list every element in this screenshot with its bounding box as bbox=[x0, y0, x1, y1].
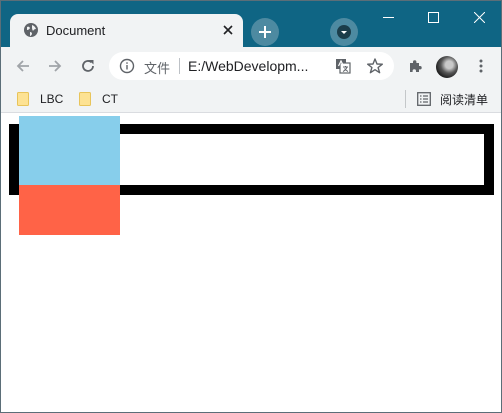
menu-button[interactable] bbox=[467, 52, 495, 80]
maximize-button[interactable] bbox=[410, 1, 456, 33]
bookmark-folder-lbc[interactable]: LBC bbox=[17, 90, 63, 108]
close-icon bbox=[473, 11, 485, 23]
title-bar: Document bbox=[1, 1, 501, 47]
address-bar[interactable]: 文件 E:/WebDevelopm... bbox=[109, 52, 394, 80]
back-button[interactable] bbox=[9, 52, 37, 80]
forward-button[interactable] bbox=[41, 52, 69, 80]
page-viewport bbox=[1, 114, 501, 412]
browser-tab[interactable]: Document bbox=[10, 14, 243, 47]
bookmark-label: CT bbox=[102, 92, 118, 106]
reload-icon bbox=[82, 60, 94, 72]
bookmark-folder-ct[interactable]: CT bbox=[79, 90, 118, 108]
bookmark-star-icon[interactable] bbox=[366, 57, 384, 75]
close-tab-icon[interactable] bbox=[219, 21, 237, 39]
plus-icon bbox=[259, 26, 271, 38]
reading-list-label: 阅读清单 bbox=[440, 92, 489, 107]
more-vert-icon bbox=[479, 59, 483, 73]
tab-search-button[interactable] bbox=[330, 18, 358, 46]
scheme-label: 文件 bbox=[144, 61, 171, 76]
bookmarks-bar: LBC CT 阅读清单 bbox=[1, 85, 501, 113]
close-window-button[interactable] bbox=[456, 1, 501, 33]
omnibox-divider bbox=[179, 58, 180, 74]
bookmarks-divider bbox=[405, 90, 406, 108]
folder-icon bbox=[17, 92, 29, 106]
profile-avatar[interactable] bbox=[436, 56, 458, 78]
browser-toolbar: 文件 E:/WebDevelopm... bbox=[1, 47, 501, 85]
globe-icon bbox=[23, 22, 39, 38]
new-tab-button[interactable] bbox=[251, 18, 279, 46]
blue-box bbox=[19, 116, 120, 185]
reading-list-icon bbox=[417, 92, 431, 106]
arrow-left-icon bbox=[16, 60, 29, 72]
maximize-icon bbox=[427, 11, 439, 23]
reading-list-button[interactable]: 阅读清单 bbox=[417, 90, 488, 108]
minimize-button[interactable] bbox=[365, 1, 411, 33]
extensions-button[interactable] bbox=[402, 52, 430, 80]
chevron-down-icon bbox=[337, 25, 351, 39]
browser-window: Document 文件 E:/WebDevelopm... LBC CT 阅读清… bbox=[0, 0, 502, 413]
reload-button[interactable] bbox=[74, 52, 102, 80]
tab-title: Document bbox=[46, 23, 106, 38]
info-icon[interactable] bbox=[119, 58, 135, 74]
red-box bbox=[19, 185, 120, 235]
minimize-icon bbox=[382, 16, 394, 18]
url-text[interactable]: E:/WebDevelopm... bbox=[188, 58, 308, 74]
bookmark-label: LBC bbox=[40, 92, 64, 106]
arrow-right-icon bbox=[49, 60, 62, 72]
puzzle-icon bbox=[410, 60, 422, 72]
translate-icon[interactable] bbox=[335, 58, 351, 74]
folder-icon bbox=[79, 92, 91, 106]
